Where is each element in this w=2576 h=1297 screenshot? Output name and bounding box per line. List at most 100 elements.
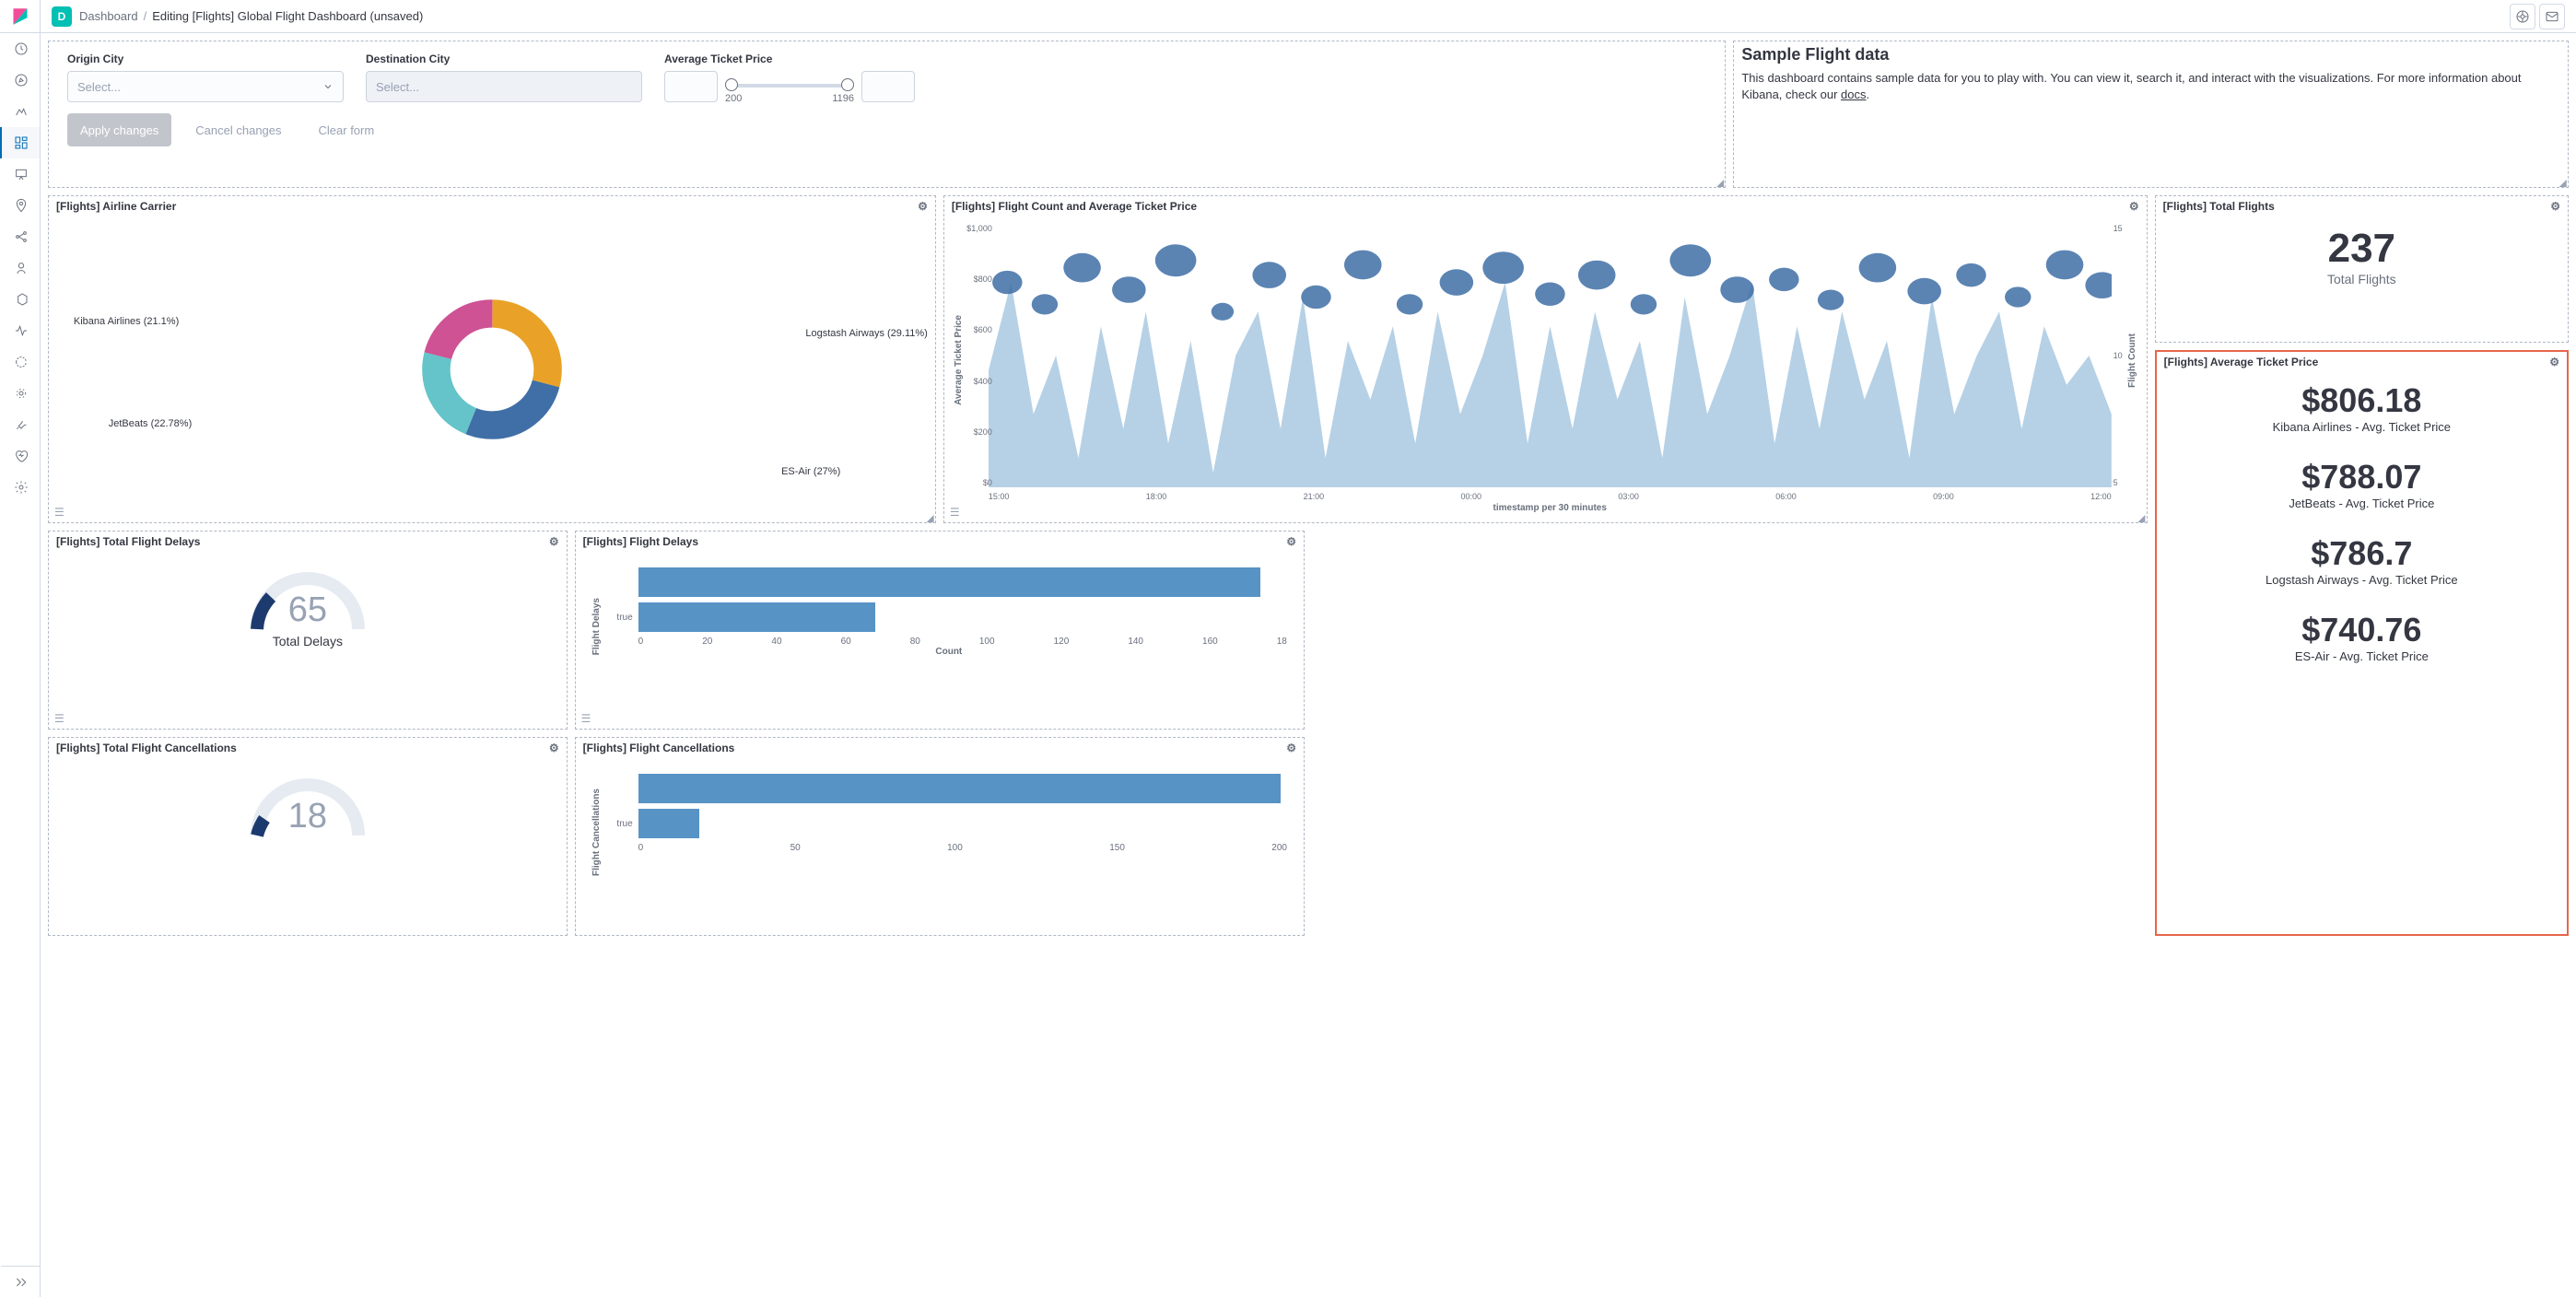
panel-airline-carrier: [Flights] Airline Carrier ⚙ (48, 195, 936, 523)
gauge-value: 18 (56, 797, 559, 836)
y-axis-label-right: Flight Count (2127, 333, 2137, 388)
gauge-label: Total Delays (56, 634, 559, 648)
legend-toggle-icon[interactable]: ☰ (581, 712, 591, 725)
panel-title: [Flights] Flight Cancellations (583, 742, 735, 754)
origin-city-select[interactable]: Select... (67, 71, 344, 102)
y-axis-label-left: Average Ticket Price (954, 315, 964, 405)
nav-maps[interactable] (0, 190, 40, 221)
markdown-title: Sample Flight data (1741, 45, 2560, 64)
destination-city-select[interactable]: Select... (366, 71, 642, 102)
nav-metrics[interactable] (0, 252, 40, 284)
nav-collapse[interactable] (0, 1266, 40, 1297)
metric-item: $788.07 JetBeats - Avg. Ticket Price (2168, 458, 2556, 510)
price-max-label: 1196 (832, 93, 854, 104)
gauge-value: 65 (56, 590, 559, 630)
gauge-cancellations[interactable]: 18 (49, 758, 567, 935)
y-axis-label: Flight Delays (591, 598, 602, 655)
top-bar: D Dashboard / Editing [Flights] Global F… (41, 0, 2576, 33)
newsfeed-icon[interactable] (2539, 4, 2565, 29)
gauge-delays[interactable]: 65 Total Delays (49, 552, 567, 729)
price-min-input[interactable] (664, 71, 718, 102)
x-axis-label: timestamp per 30 minutes (989, 503, 2112, 513)
x-ticks: 050100150200 (611, 841, 1287, 853)
gear-icon[interactable]: ⚙ (549, 535, 559, 548)
metric-value: $788.07 (2168, 458, 2556, 497)
nav-canvas[interactable] (0, 158, 40, 190)
panel-total-flights: [Flights] Total Flights ⚙ 237 Total Flig… (2155, 195, 2569, 343)
side-nav (0, 0, 41, 1297)
panel-flight-delays: [Flights] Flight Delays ⚙ Flight Delays … (575, 531, 1305, 730)
panel-markdown: Sample Flight data This dashboard contai… (1733, 41, 2569, 188)
nav-ml[interactable] (0, 221, 40, 252)
metric-label: Logstash Airways - Avg. Ticket Price (2168, 573, 2556, 587)
avg-price-label: Average Ticket Price (664, 53, 915, 65)
donut-label-esair: ES-Air (27%) (781, 466, 840, 477)
breadcrumb-sep: / (144, 9, 147, 23)
nav-dev[interactable] (0, 409, 40, 440)
nav-recently-viewed[interactable] (0, 33, 40, 64)
metric-item: $740.76 ES-Air - Avg. Ticket Price (2168, 611, 2556, 663)
gear-icon[interactable]: ⚙ (2129, 200, 2139, 213)
donut-label-logstash: Logstash Airways (29.11%) (805, 328, 927, 339)
metric-item: $806.18 Kibana Airlines - Avg. Ticket Pr… (2168, 381, 2556, 434)
hbar-tick-true: true (611, 613, 633, 623)
price-min-label: 200 (725, 93, 742, 104)
total-flights-value: 237 (2163, 226, 2560, 272)
gear-icon[interactable]: ⚙ (918, 200, 928, 213)
legend-toggle-icon[interactable]: ☰ (950, 506, 960, 519)
resize-handle[interactable]: ◢ (2136, 511, 2145, 520)
nav-apm[interactable] (0, 315, 40, 346)
combo-chart[interactable]: Average Ticket Price Flight Count $1,000… (952, 220, 2139, 519)
hbar-tick-true: true (611, 819, 633, 829)
panel-title: [Flights] Total Flight Delays (56, 535, 200, 548)
resize-handle[interactable]: ◢ (924, 511, 933, 520)
gear-icon[interactable]: ⚙ (1286, 742, 1296, 754)
resize-handle[interactable]: ◢ (2557, 176, 2566, 185)
panel-title: [Flights] Flight Delays (583, 535, 698, 548)
donut-chart[interactable]: Kibana Airlines (21.1%) Logstash Airways… (56, 220, 928, 519)
nav-monitoring[interactable] (0, 440, 40, 472)
breadcrumb-root[interactable]: Dashboard (79, 9, 138, 23)
x-axis-label: Count (611, 647, 1287, 657)
nav-uptime[interactable] (0, 346, 40, 378)
gear-icon[interactable]: ⚙ (2550, 200, 2560, 213)
nav-dashboard[interactable] (0, 127, 40, 158)
x-ticks: 02040608010012014016018 (611, 635, 1287, 647)
metric-value: $786.7 (2168, 534, 2556, 573)
clear-form-button[interactable]: Clear form (306, 113, 388, 146)
markdown-body: This dashboard contains sample data for … (1741, 70, 2560, 103)
price-max-input[interactable] (861, 71, 915, 102)
gear-icon[interactable]: ⚙ (2549, 356, 2559, 368)
support-icon[interactable] (2510, 4, 2535, 29)
price-slider[interactable]: 200 1196 (725, 71, 854, 102)
x-ticks: 15:0018:0021:0000:0003:0006:0009:0012:00 (989, 490, 2112, 503)
y-axis-label: Flight Cancellations (591, 789, 602, 876)
hbar-cancellations[interactable]: Flight Cancellations true 050100150200 (583, 762, 1296, 931)
metric-value: $740.76 (2168, 611, 2556, 649)
apply-changes-button[interactable]: Apply changes (67, 113, 171, 146)
nav-visualize[interactable] (0, 96, 40, 127)
nav-management[interactable] (0, 472, 40, 503)
metric-label: JetBeats - Avg. Ticket Price (2168, 497, 2556, 510)
panel-title: [Flights] Airline Carrier (56, 200, 176, 213)
origin-city-label: Origin City (67, 53, 344, 65)
gear-icon[interactable]: ⚙ (1286, 535, 1296, 548)
cancel-changes-button[interactable]: Cancel changes (182, 113, 294, 146)
legend-toggle-icon[interactable]: ☰ (54, 506, 64, 519)
app-badge: D (52, 6, 72, 27)
hbar-delays[interactable]: Flight Delays true 020406080100120140160… (583, 555, 1296, 725)
donut-label-jetbeats: JetBeats (22.78%) (109, 418, 193, 429)
panel-flight-cancellations: [Flights] Flight Cancellations ⚙ Flight … (575, 737, 1305, 936)
nav-siem[interactable] (0, 378, 40, 409)
panel-avg-ticket-price: [Flights] Average Ticket Price ⚙ $806.18… (2155, 350, 2569, 936)
nav-logs[interactable] (0, 284, 40, 315)
nav-discover[interactable] (0, 64, 40, 96)
docs-link[interactable]: docs (1841, 88, 1866, 101)
chevron-down-icon (322, 81, 334, 92)
metric-item: $786.7 Logstash Airways - Avg. Ticket Pr… (2168, 534, 2556, 587)
resize-handle[interactable]: ◢ (1714, 176, 1723, 185)
legend-toggle-icon[interactable]: ☰ (54, 712, 64, 725)
kibana-logo[interactable] (0, 0, 41, 33)
gear-icon[interactable]: ⚙ (549, 742, 559, 754)
destination-city-label: Destination City (366, 53, 642, 65)
